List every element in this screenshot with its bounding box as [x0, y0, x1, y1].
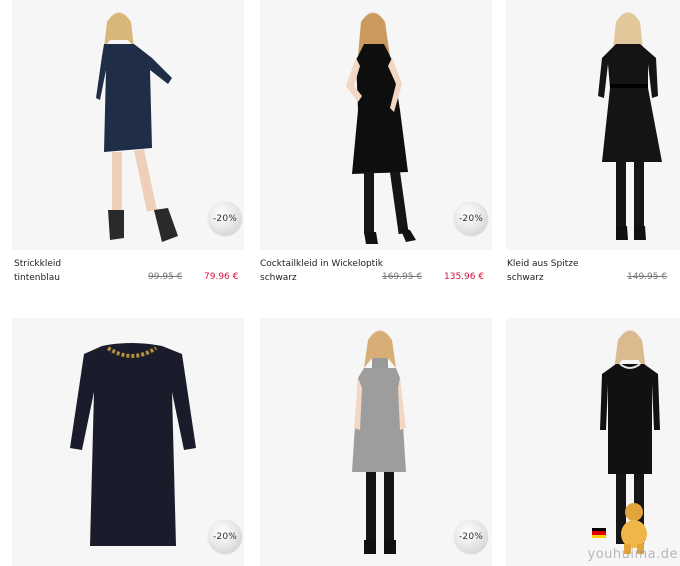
- product-image[interactable]: [506, 0, 680, 250]
- old-price: 99.95 €: [148, 272, 183, 282]
- sale-price: 135.96 €: [444, 272, 485, 282]
- old-price: 169.95 €: [382, 272, 423, 282]
- watermark-text: youhuima.de: [587, 547, 678, 562]
- watermark: youhuima.de: [588, 500, 680, 566]
- product-card[interactable]: -20%: [12, 318, 244, 566]
- product-card[interactable]: -20%: [260, 0, 492, 250]
- product-card[interactable]: -20%: [260, 318, 492, 566]
- german-flag-icon: [592, 528, 606, 538]
- product-name[interactable]: Kleid aus Spitze: [507, 257, 677, 271]
- sale-price: 79.96 €: [204, 272, 239, 282]
- product-card[interactable]: [506, 0, 680, 250]
- model-figure: [598, 12, 662, 240]
- product-card[interactable]: -20%: [12, 0, 244, 250]
- product-name[interactable]: Strickkleid: [14, 257, 244, 271]
- discount-badge: -20%: [454, 520, 488, 554]
- discount-badge: -20%: [208, 520, 242, 554]
- discount-badge: -20%: [208, 202, 242, 236]
- product-name[interactable]: Cocktailkleid in Wickeloptik: [260, 257, 492, 271]
- discount-badge: -20%: [454, 202, 488, 236]
- old-price: 149.95 €: [627, 272, 668, 282]
